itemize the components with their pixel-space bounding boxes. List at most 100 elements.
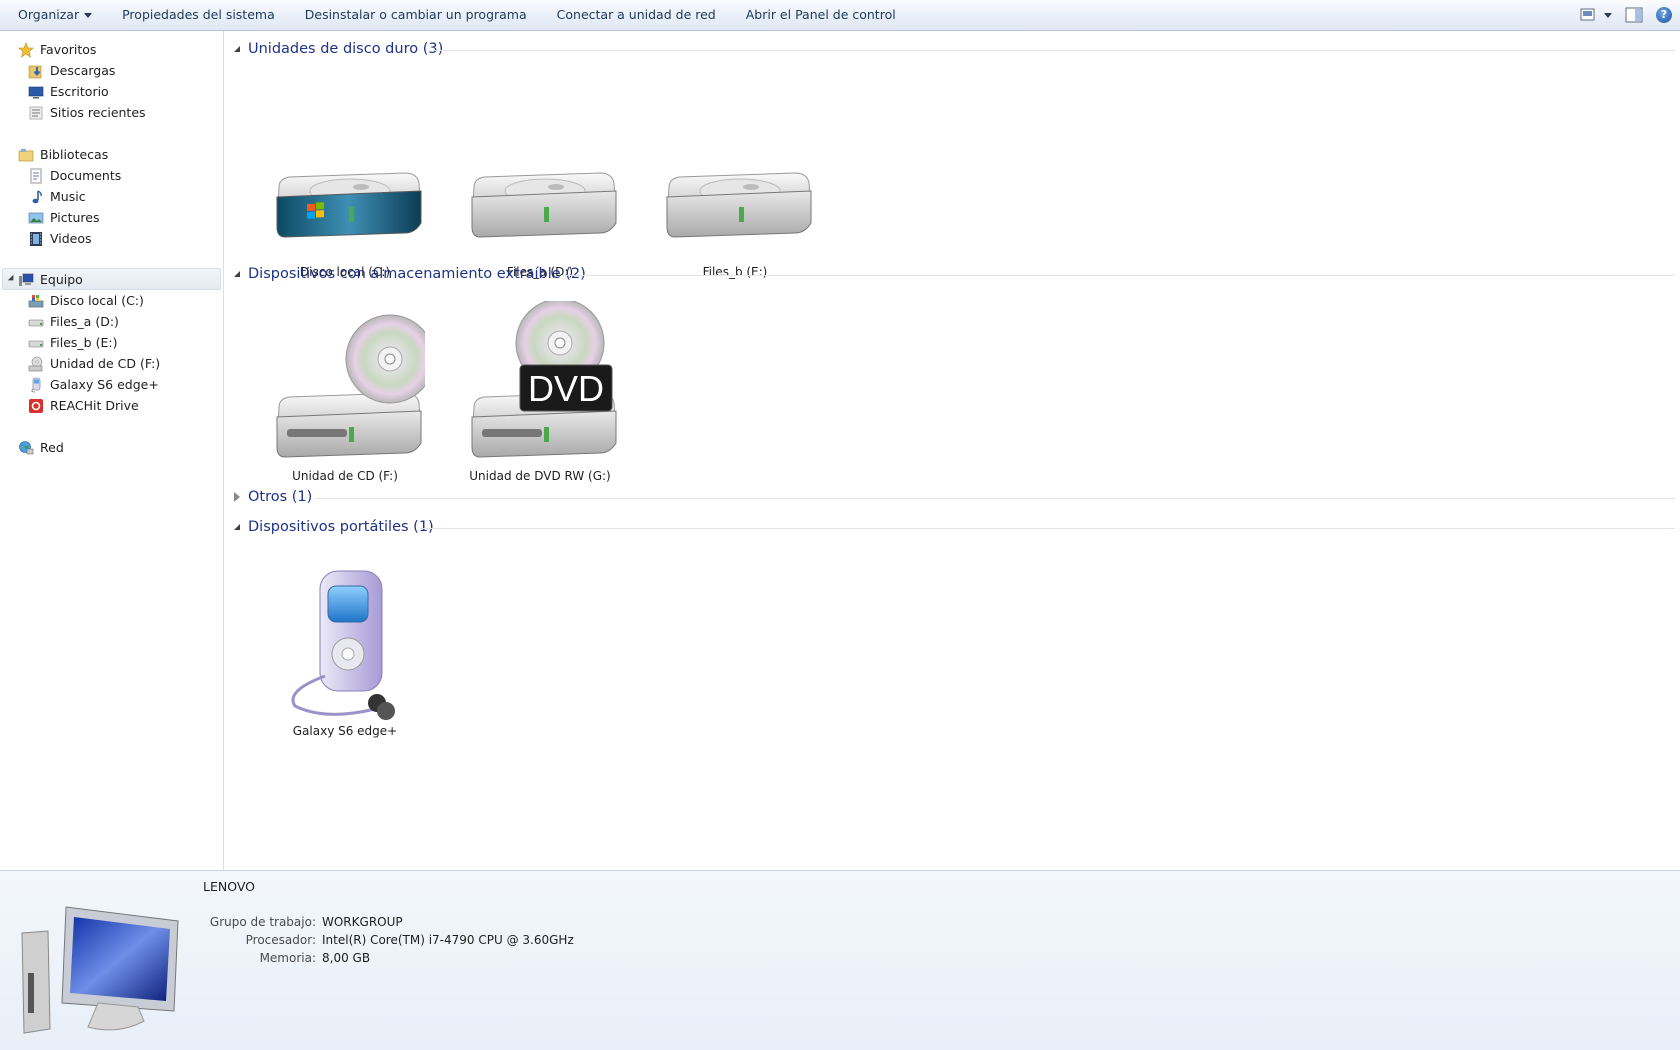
hard-drive-icon: [666, 172, 812, 238]
help-icon[interactable]: ?: [1654, 5, 1674, 25]
help-glyph: ?: [1656, 7, 1672, 23]
processor-label: Procesador:: [245, 933, 316, 947]
map-network-drive-button[interactable]: Conectar a unidad de red: [542, 0, 731, 31]
nav-videos[interactable]: Videos: [28, 228, 92, 249]
nav-downloads[interactable]: Descargas: [28, 60, 115, 81]
collapse-arrow-icon: [234, 46, 240, 52]
group-title-hard-disks: Unidades de disco duro (3): [248, 41, 444, 57]
nav-music[interactable]: Music: [28, 186, 86, 207]
group-header-removable[interactable]: Dispositivos con almacenamiento extraíbl…: [234, 263, 586, 285]
expand-arrow-icon: [234, 492, 240, 502]
group-divider: [561, 275, 1675, 276]
cd-drive-icon: [28, 356, 44, 372]
nav-galaxy[interactable]: Galaxy S6 edge+: [28, 374, 159, 395]
nav-desktop[interactable]: Escritorio: [28, 81, 109, 102]
workgroup-label: Grupo de trabajo:: [209, 915, 316, 929]
windows-drive-icon: [276, 172, 422, 238]
details-pane: LENOVO Grupo de trabajo: WORKGROUP Proce…: [0, 870, 1680, 1050]
group-title-removable: Dispositivos con almacenamiento extraíbl…: [248, 266, 586, 282]
navigation-pane: Favoritos Descargas Escritorio Sitios re…: [0, 31, 224, 870]
preview-pane-icon[interactable]: [1624, 5, 1644, 25]
group-divider: [435, 50, 1675, 51]
recent-places-icon: [28, 105, 44, 121]
computer-icon: [21, 906, 179, 1034]
nav-reachit-label: REACHit Drive: [50, 398, 139, 413]
group-header-portable[interactable]: Dispositivos portátiles (1): [234, 516, 434, 538]
nav-libraries[interactable]: Bibliotecas: [18, 144, 108, 165]
nav-drive-c-label: Disco local (C:): [50, 293, 144, 308]
nav-computer[interactable]: Equipo: [18, 269, 83, 290]
drive-g-label: Unidad de DVD RW (G:): [469, 469, 611, 483]
nav-network-label: Red: [40, 440, 64, 455]
computer-name: LENOVO: [203, 879, 256, 894]
workgroup-value: WORKGROUP: [322, 915, 403, 929]
computer-icon: [18, 272, 34, 288]
nav-documents[interactable]: Documents: [28, 165, 121, 186]
nav-recent-places[interactable]: Sitios recientes: [28, 102, 146, 123]
nav-reachit[interactable]: REACHit Drive: [28, 395, 139, 416]
collapse-arrow-icon: [234, 271, 240, 277]
memory-value: 8,00 GB: [322, 951, 371, 965]
group-divider: [315, 498, 1675, 499]
libraries-icon: [18, 147, 34, 163]
drive-f-label: Unidad de CD (F:): [292, 469, 398, 483]
dvd-drive-icon: DVD: [471, 301, 617, 458]
group-divider: [420, 528, 1675, 529]
device-tile-galaxy[interactable]: Galaxy S6 edge+: [245, 551, 445, 738]
nav-drive-d[interactable]: Files_a (D:): [28, 311, 119, 332]
nav-network[interactable]: Red: [18, 437, 64, 458]
nav-drive-e[interactable]: Files_b (E:): [28, 332, 117, 353]
drive-tile-g[interactable]: DVD Unidad de DVD RW (G:): [440, 301, 640, 483]
open-control-panel-button[interactable]: Abrir el Panel de control: [731, 0, 911, 31]
group-title-portable: Dispositivos portátiles (1): [248, 519, 434, 535]
pictures-icon: [28, 210, 44, 226]
nav-downloads-label: Descargas: [50, 63, 116, 78]
nav-drive-e-label: Files_b (E:): [50, 335, 118, 350]
chevron-down-icon: [84, 12, 93, 18]
workgroup-row: Grupo de trabajo: WORKGROUP: [206, 915, 403, 929]
nav-libraries-label: Bibliotecas: [40, 147, 109, 162]
nav-recent-places-label: Sitios recientes: [50, 105, 146, 120]
nav-videos-label: Videos: [50, 231, 92, 246]
drive-tile-e[interactable]: Files_b (E:): [635, 141, 835, 279]
view-options-icon[interactable]: [1580, 5, 1614, 25]
nav-galaxy-label: Galaxy S6 edge+: [50, 377, 159, 392]
hard-drive-icon: [28, 335, 44, 351]
nav-music-label: Music: [50, 189, 86, 204]
music-note-icon: [28, 189, 44, 205]
drive-tile-f[interactable]: Unidad de CD (F:): [245, 301, 445, 483]
organize-label: Organizar: [18, 6, 80, 22]
nav-drive-c[interactable]: Disco local (C:): [28, 290, 144, 311]
command-bar: Organizar Propiedades del sistema Desins…: [0, 0, 1680, 31]
nav-favorites-label: Favoritos: [40, 42, 97, 57]
nav-pictures[interactable]: Pictures: [28, 207, 100, 228]
desktop-icon: [28, 84, 44, 100]
nav-drive-d-label: Files_a (D:): [50, 314, 119, 329]
group-header-hard-disks[interactable]: Unidades de disco duro (3): [234, 38, 443, 60]
media-player-icon: [28, 377, 44, 393]
nav-favorites[interactable]: Favoritos: [18, 39, 96, 60]
nav-drive-f-label: Unidad de CD (F:): [50, 356, 161, 371]
system-properties-button[interactable]: Propiedades del sistema: [107, 0, 290, 31]
documents-icon: [28, 168, 44, 184]
memory-row: Memoria: 8,00 GB: [206, 951, 371, 965]
nav-pictures-label: Pictures: [50, 210, 100, 225]
content-pane: Unidades de disco duro (3) Disco local (…: [225, 31, 1680, 870]
nav-drive-f[interactable]: Unidad de CD (F:): [28, 353, 160, 374]
nav-desktop-label: Escritorio: [50, 84, 109, 99]
hard-drive-icon: [471, 172, 617, 238]
collapse-arrow-icon: [234, 524, 240, 530]
drive-tile-c[interactable]: Disco local (C:): [245, 141, 445, 279]
downloads-folder-icon: [28, 63, 44, 79]
windows-drive-icon: [28, 293, 44, 309]
galaxy-label: Galaxy S6 edge+: [292, 724, 398, 738]
nav-documents-label: Documents: [50, 168, 122, 183]
drive-tile-d[interactable]: Files_a (D:): [440, 141, 640, 279]
uninstall-program-button[interactable]: Desinstalar o cambiar un programa: [290, 0, 542, 31]
star-icon: [18, 41, 34, 58]
cd-drive-icon: [276, 314, 425, 458]
group-header-others[interactable]: Otros (1): [234, 486, 312, 508]
processor-row: Procesador: Intel(R) Core(TM) i7-4790 CP…: [206, 933, 574, 947]
organize-button[interactable]: Organizar: [0, 0, 107, 31]
media-player-icon: [291, 570, 395, 720]
